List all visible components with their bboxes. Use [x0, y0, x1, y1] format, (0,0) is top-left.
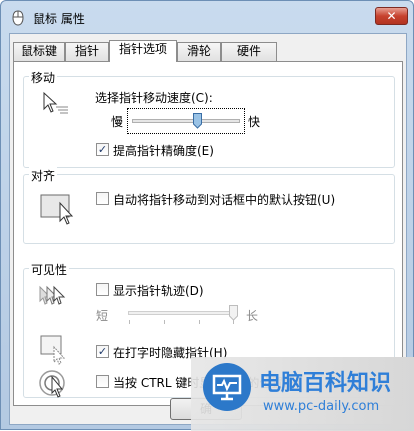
tab-buttons[interactable]: 鼠标键	[13, 42, 65, 61]
visibility-group-title: 可见性	[29, 261, 70, 278]
tab-wheel[interactable]: 滑轮	[177, 42, 221, 61]
tab-label: 滑轮	[186, 44, 211, 58]
snap-group-title: 对齐	[29, 167, 58, 184]
watermark-url: www.pc-daily.com	[263, 399, 380, 414]
checkmark-icon: ✓	[97, 143, 108, 156]
tab-label: 指针选项	[118, 42, 167, 56]
speed-slider-track	[132, 119, 240, 123]
tab-label: 鼠标键	[20, 44, 57, 58]
close-button[interactable]: ✕	[375, 7, 408, 25]
snap-label: 自动将指针移动到对话框中的默认按钮(U)	[113, 193, 336, 207]
speed-slider[interactable]	[127, 108, 245, 134]
trails-slider-thumb[interactable]	[229, 305, 238, 321]
slow-label: 慢	[111, 115, 124, 129]
pointer-trails-icon	[39, 285, 66, 305]
motion-group: 移动 选择指针移动速度(C): 慢 快 ✓ 提高指针精确度(E)	[23, 69, 395, 168]
precision-label: 提高指针精确度(E)	[113, 144, 214, 158]
trails-tick	[199, 320, 200, 324]
trails-label: 显示指针轨迹(D)	[113, 284, 204, 298]
snap-to-button-icon	[40, 194, 74, 225]
long-label: 长	[246, 309, 259, 323]
trails-checkbox[interactable]	[96, 283, 109, 296]
speed-label: 选择指针移动速度(C):	[95, 91, 213, 105]
ctrl-checkbox[interactable]	[96, 375, 109, 388]
trails-tick	[129, 320, 130, 324]
title-bar[interactable]: 鼠标 属性 ✕	[1, 1, 413, 33]
trails-slider-track	[128, 311, 234, 315]
precision-checkbox[interactable]: ✓	[96, 143, 109, 156]
locate-pointer-icon	[39, 370, 65, 398]
tab-pointers[interactable]: 指针	[65, 42, 109, 61]
speed-slider-thumb[interactable]	[193, 113, 203, 129]
tab-label: 硬件	[236, 44, 261, 58]
motion-group-title: 移动	[29, 69, 58, 86]
site-watermark: 电脑百科知识 www.pc-daily.com	[191, 357, 414, 431]
close-icon: ✕	[386, 9, 397, 23]
hide-checkbox[interactable]: ✓	[96, 345, 109, 358]
snap-checkbox[interactable]	[96, 192, 109, 205]
snap-group: 对齐 自动将指针移动到对话框中的默认按钮(U)	[23, 167, 395, 244]
watermark-logo-icon	[203, 363, 251, 411]
tab-hardware[interactable]: 硬件	[221, 42, 277, 61]
trails-tick	[164, 320, 165, 324]
hide-pointer-icon	[40, 335, 66, 365]
short-label: 短	[96, 309, 109, 323]
watermark-title: 电脑百科知识	[259, 371, 392, 396]
pointer-options-panel: 移动 选择指针移动速度(C): 慢 快 ✓ 提高指针精确度(E) 对齐 自动将指…	[13, 61, 403, 406]
pointer-speed-icon	[43, 91, 68, 114]
window-title: 鼠标 属性	[33, 12, 85, 26]
fast-label: 快	[248, 115, 261, 129]
dialog-window: 鼠标 属性 ✕ 鼠标键 指针 指针选项 滑轮 硬件 移动 选择指针移动速度(C)…	[0, 0, 414, 431]
mouse-icon	[12, 10, 24, 26]
trails-slider[interactable]	[124, 303, 240, 327]
tab-label: 指针	[74, 44, 99, 58]
tab-pointer-options[interactable]: 指针选项	[109, 40, 177, 62]
monitor-pulse-icon	[212, 374, 242, 401]
checkmark-icon: ✓	[97, 345, 108, 358]
